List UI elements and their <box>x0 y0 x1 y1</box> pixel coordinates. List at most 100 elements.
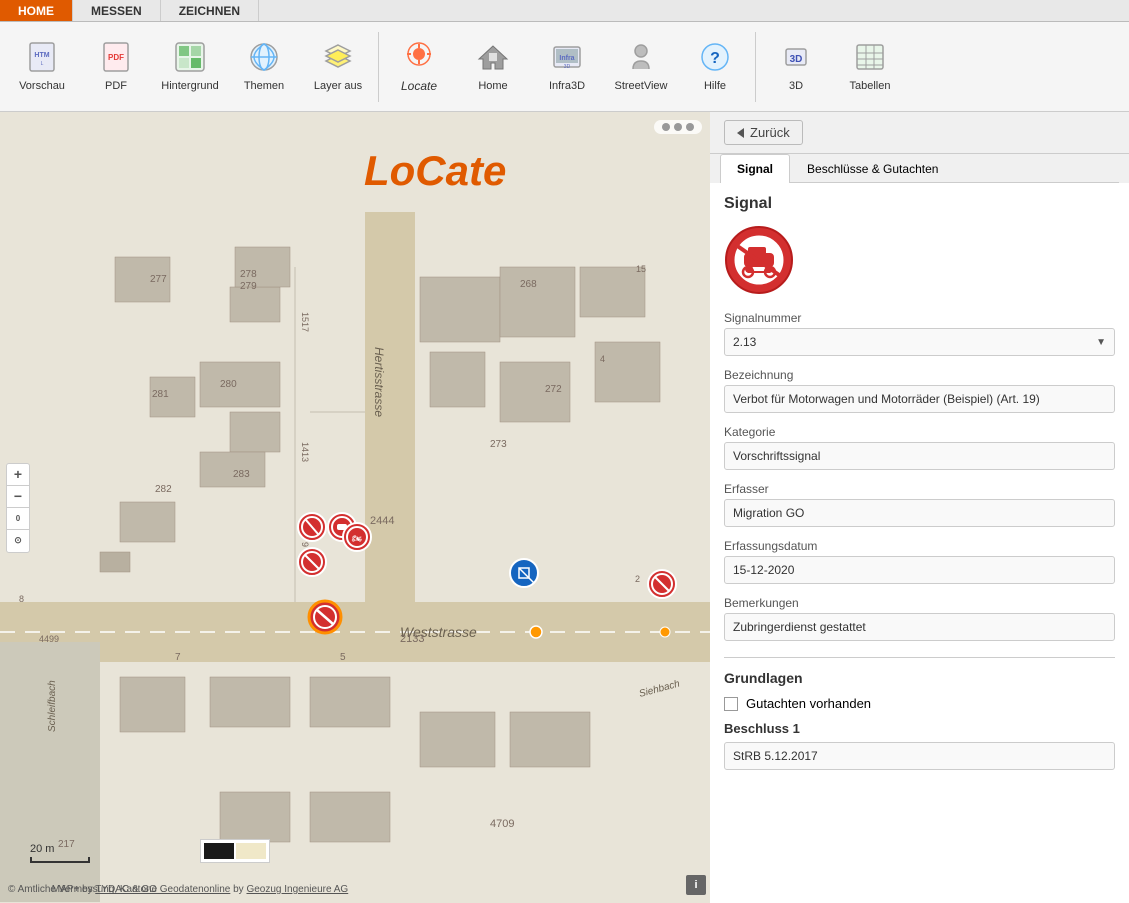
toolbar-layer[interactable]: Layer aus <box>302 27 374 107</box>
tab-beschluesse[interactable]: Beschlüsse & Gutachten <box>790 154 955 183</box>
map-area[interactable]: Hertisstrasse Weststrasse Siehbach Schle… <box>0 112 710 903</box>
map-scale: 20 m <box>30 843 90 863</box>
attribution-tydac[interactable]: TYDAC <box>95 884 129 895</box>
zoom-level-0[interactable]: 0 <box>7 508 29 530</box>
toolbar-hilfe[interactable]: ? Hilfe <box>679 27 751 107</box>
beschluss-label: Beschluss 1 <box>724 721 1115 736</box>
nav-item-home[interactable]: HOME <box>0 0 73 21</box>
toolbar-infra3d[interactable]: Infra3D Infra3D <box>531 27 603 107</box>
scale-line <box>30 857 90 863</box>
label-bemerkungen: Bemerkungen <box>724 596 1115 610</box>
back-label: Zurück <box>750 125 790 140</box>
field-erfassungsdatum: Erfassungsdatum 15-12-2020 <box>724 539 1115 584</box>
hintergrund-icon <box>174 41 206 78</box>
svg-text:LoCate: LoCate <box>364 147 506 194</box>
color-box-light <box>236 843 266 859</box>
svg-text:🏍: 🏍 <box>352 534 363 543</box>
nav-item-zeichnen[interactable]: ZEICHNEN <box>161 0 259 21</box>
erfassungsdatum-value: 15-12-2020 <box>724 556 1115 584</box>
back-button[interactable]: Zurück <box>724 120 803 145</box>
svg-text:4499: 4499 <box>39 634 59 644</box>
panel-section-title: Signal <box>724 195 1115 213</box>
zoom-out-button[interactable]: − <box>7 486 29 508</box>
label-signalnummer: Signalnummer <box>724 311 1115 325</box>
scale-label: 20 m <box>30 843 54 855</box>
toolbar-themen-label: Themen <box>244 80 284 92</box>
label-kategorie: Kategorie <box>724 425 1115 439</box>
tabellen-icon <box>854 41 886 78</box>
label-bezeichnung: Bezeichnung <box>724 368 1115 382</box>
attribution-geozug[interactable]: Geozug Ingenieure AG <box>246 884 348 895</box>
toolbar-layer-label: Layer aus <box>314 80 362 92</box>
gutachten-row: Gutachten vorhanden <box>724 696 1115 711</box>
zoom-compass[interactable]: ⊙ <box>7 530 29 552</box>
gutachten-checkbox[interactable] <box>724 697 738 711</box>
signalnummer-arrow-icon: ▼ <box>1088 337 1114 348</box>
svg-text:272: 272 <box>545 384 562 395</box>
toolbar-divider-1 <box>378 32 379 102</box>
map-dot-2[interactable] <box>674 123 682 131</box>
map-svg: Hertisstrasse Weststrasse Siehbach Schle… <box>0 112 710 903</box>
svg-text:3D: 3D <box>790 54 803 65</box>
svg-text:278: 278 <box>240 269 257 280</box>
toolbar-tabellen[interactable]: Tabellen <box>834 27 906 107</box>
toolbar-hilfe-label: Hilfe <box>704 80 726 92</box>
signal-icon-container <box>724 225 1115 295</box>
toolbar-themen[interactable]: Themen <box>228 27 300 107</box>
svg-text:L: L <box>41 61 44 67</box>
toolbar-home-label: Home <box>478 80 507 92</box>
kategorie-value: Vorschriftssignal <box>724 442 1115 470</box>
grundlagen-title: Grundlagen <box>724 670 1115 686</box>
streetview-icon <box>625 41 657 78</box>
field-erfasser: Erfasser Migration GO <box>724 482 1115 527</box>
svg-text:277: 277 <box>150 274 167 285</box>
svg-text:HTM: HTM <box>34 52 49 59</box>
svg-text:8: 8 <box>19 594 24 604</box>
svg-text:268: 268 <box>520 279 537 290</box>
themen-icon <box>248 41 280 78</box>
svg-text:?: ? <box>710 50 720 67</box>
toolbar-tabellen-label: Tabellen <box>850 80 891 92</box>
toolbar-3d[interactable]: 3D 3D <box>760 27 832 107</box>
pdf-icon: PDF <box>100 41 132 78</box>
map-dots-container <box>654 120 702 134</box>
svg-text:279: 279 <box>240 281 257 292</box>
bezeichnung-value: Verbot für Motorwagen und Motorräder (Be… <box>724 385 1115 413</box>
attribution-mid: & <box>132 884 141 895</box>
attribution-by: by <box>233 884 244 895</box>
top-nav: HOME MESSEN ZEICHNEN <box>0 0 1129 22</box>
map-dot-1[interactable] <box>662 123 670 131</box>
toolbar-vorschau-label: Vorschau <box>19 80 65 92</box>
toolbar-hintergrund[interactable]: Hintergrund <box>154 27 226 107</box>
toolbar-locate[interactable]: Locate <box>383 27 455 107</box>
hilfe-icon: ? <box>699 41 731 78</box>
toolbar-vorschau[interactable]: HTM L Vorschau <box>6 27 78 107</box>
field-kategorie: Kategorie Vorschriftssignal <box>724 425 1115 470</box>
attribution-geo[interactable]: GO Geodatenonline <box>141 884 230 895</box>
toolbar-hintergrund-label: Hintergrund <box>161 80 218 92</box>
svg-text:Schleifbach: Schleifbach <box>47 680 58 732</box>
color-box-dark <box>204 843 234 859</box>
nav-item-messen[interactable]: MESSEN <box>73 0 161 21</box>
infra3d-icon: Infra3D <box>551 41 583 78</box>
svg-text:2133: 2133 <box>400 633 424 645</box>
svg-text:5: 5 <box>340 652 346 663</box>
map-dots[interactable] <box>654 120 702 134</box>
signalnummer-input[interactable] <box>725 329 1088 355</box>
bemerkungen-value: Zubringerdienst gestattet <box>724 613 1115 641</box>
toolbar-home[interactable]: Home <box>457 27 529 107</box>
toolbar-streetview[interactable]: StreetView <box>605 27 677 107</box>
zoom-in-button[interactable]: + <box>7 464 29 486</box>
svg-text:2444: 2444 <box>370 515 394 527</box>
field-bemerkungen: Bemerkungen Zubringerdienst gestattet <box>724 596 1115 641</box>
tab-signal[interactable]: Signal <box>720 154 790 183</box>
label-erfasser: Erfasser <box>724 482 1115 496</box>
map-dot-3[interactable] <box>686 123 694 131</box>
toolbar-pdf[interactable]: PDF PDF <box>80 27 152 107</box>
svg-text:282: 282 <box>155 484 172 495</box>
signal-icon-svg <box>724 225 794 295</box>
signalnummer-input-wrapper[interactable]: ▼ <box>724 328 1115 356</box>
map-info-icon[interactable]: i <box>686 875 706 895</box>
erfasser-value: Migration GO <box>724 499 1115 527</box>
grundlagen-section: Grundlagen Gutachten vorhanden Beschluss… <box>724 657 1115 770</box>
